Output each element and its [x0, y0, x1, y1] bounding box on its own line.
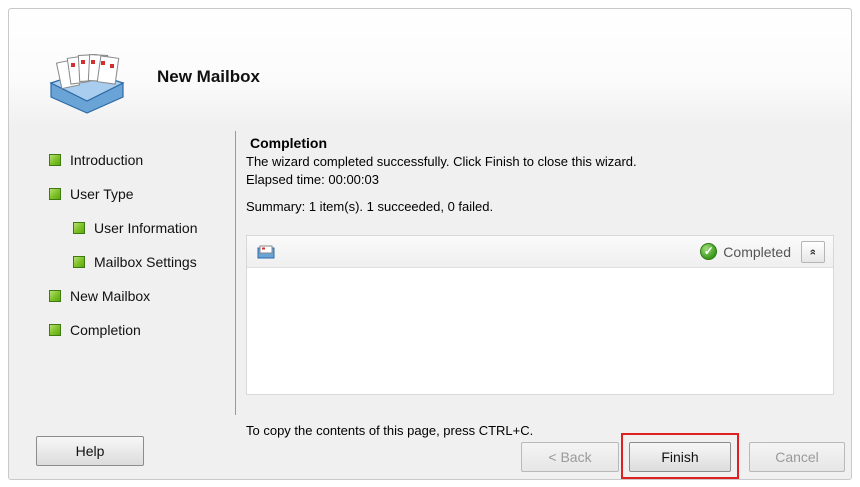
step-marker-icon [49, 154, 61, 166]
step-label: New Mailbox [70, 288, 151, 304]
cancel-button[interactable]: Cancel [749, 442, 845, 472]
wizard-steps: Introduction User Type User Information … [49, 143, 239, 347]
step-mailbox-settings: Mailbox Settings [49, 245, 239, 279]
back-button[interactable]: < Back [521, 442, 619, 472]
step-marker-icon [73, 222, 85, 234]
step-label: Introduction [70, 152, 144, 168]
collapse-button[interactable]: » [801, 241, 825, 263]
step-label: User Information [94, 220, 198, 236]
step-label: User Type [70, 186, 134, 202]
sidebar-divider [235, 131, 236, 415]
copy-hint: To copy the contents of this page, press… [246, 423, 534, 438]
step-label: Mailbox Settings [94, 254, 197, 270]
wizard-window: New Mailbox Introduction User Type User … [8, 8, 852, 480]
summary-text: Summary: 1 item(s). 1 succeeded, 0 faile… [246, 199, 494, 214]
results-panel: ✓ Completed » [246, 235, 834, 395]
wizard-header: New Mailbox [9, 9, 851, 127]
collapse-icon: » [807, 248, 819, 256]
result-item-header[interactable]: ✓ Completed » [247, 236, 833, 268]
check-circle-icon: ✓ [700, 243, 718, 260]
step-user-information: User Information [49, 211, 239, 245]
finish-button[interactable]: Finish [629, 442, 731, 472]
status-label: Completed [723, 243, 791, 260]
step-completion: Completion [49, 313, 239, 347]
status-badge: ✓ Completed [700, 243, 791, 260]
step-user-type: User Type [49, 177, 239, 211]
help-button[interactable]: Help [36, 436, 144, 466]
step-marker-icon [49, 188, 61, 200]
step-marker-icon [73, 256, 85, 268]
wizard-title: New Mailbox [157, 67, 260, 86]
step-introduction: Introduction [49, 143, 239, 177]
elapsed-time: Elapsed time: 00:00:03 [246, 172, 379, 187]
completion-message: The wizard completed successfully. Click… [246, 154, 637, 169]
completion-content: Completion The wizard completed successf… [246, 135, 846, 214]
page-title: Completion [250, 135, 327, 151]
step-label: Completion [70, 322, 141, 338]
mailbox-icon [49, 54, 125, 114]
mailbox-item-icon [257, 245, 275, 259]
step-marker-icon [49, 290, 61, 302]
step-new-mailbox: New Mailbox [49, 279, 239, 313]
step-marker-icon [49, 324, 61, 336]
